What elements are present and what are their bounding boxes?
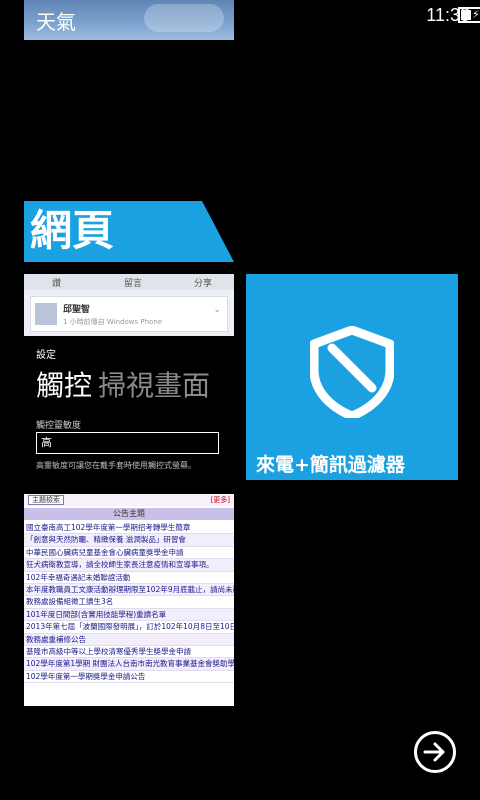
list-item: 101年度日間部(含實用技能學程)重讀名單	[24, 608, 234, 622]
arrow-right-icon	[423, 742, 445, 762]
list-item: 102學年度第一學期獎學金申請公告	[24, 671, 234, 684]
sensitivity-label: 觸控靈敏度	[36, 421, 82, 431]
call-sms-filter-thumbnail[interactable]: 來電+簡訊過濾器	[246, 274, 458, 480]
pivot-active: 觸控	[36, 369, 93, 402]
more-link: [更多]	[210, 496, 230, 504]
web-app-thumbnail[interactable]: 讚 留言 分享 邱聖智 1 小時前傳自 Windows Phone ⌄ 設定 觸…	[24, 274, 234, 484]
avatar	[35, 303, 57, 325]
list-item: 教務處設備組徵工讀生3名	[24, 596, 234, 609]
topic-search-tab: 主題檢索	[28, 495, 64, 505]
list-item: 教務處重補修公告	[24, 633, 234, 646]
list-item: 102學年度第1學期 財團法人台南市南光教育事業基金會獎助學金	[24, 658, 234, 671]
list-item: 「創意與天然防曬、精緻保養 滋潤製品」研習會	[24, 534, 234, 547]
sensitivity-field: 高	[36, 432, 219, 454]
list-item: 中華民國心臟病兒童基金會心臟病童獎學金申請	[24, 547, 234, 560]
clock: 11:33	[426, 5, 470, 25]
post-meta: 1 小時前傳自 Windows Phone	[63, 318, 163, 326]
list-item: 國立臺南高工102學年度第一學期招考轉學生簡章	[24, 522, 234, 535]
announcement-toolbar: 主題檢索 [更多]	[24, 494, 234, 506]
comment-action: 留言	[124, 279, 143, 289]
settings-pivot-title: 觸控 掃視畫面	[36, 364, 210, 404]
list-item: 狂犬病衛教宣導，請全校師生家長注意疫情和宣導事項。	[24, 559, 234, 572]
next-button[interactable]	[414, 731, 456, 773]
like-action: 讚	[52, 279, 62, 289]
shield-icon	[310, 326, 394, 418]
facebook-post-card: 邱聖智 1 小時前傳自 Windows Phone ⌄	[30, 296, 228, 332]
list-item: 102年幸福奇遇記未婚聯誼活動	[24, 572, 234, 584]
sensitivity-description: 高靈敏度可讓您在戴手套時使用觸控式螢幕。	[36, 461, 196, 470]
web-app-label: 網頁	[24, 201, 234, 262]
announcement-list: 國立臺南高工102學年度第一學期招考轉學生簡章 「創意與天然防曬、精緻保養 滋潤製…	[24, 522, 234, 684]
facebook-action-bar: 讚 留言 分享	[24, 274, 234, 290]
status-bar: ⚡ 11:33	[280, 0, 480, 32]
pivot-next: 掃視畫面	[98, 369, 211, 402]
list-item: 2013年第七屆「波蘭國際發明展」，訂於102年10月8日至10日於波蘭大學舉辦…	[24, 621, 234, 634]
web-app-label-text: 網頁	[30, 206, 115, 255]
call-sms-filter-label: 來電+簡訊過濾器	[256, 454, 405, 476]
settings-header: 設定	[36, 350, 56, 361]
list-item: 本年度教職員工文康活動辦理期限至102年9月底截止，請尚未辦理者儘速辦理	[24, 583, 234, 597]
share-action: 分享	[194, 279, 213, 289]
list-item: 基隆市高級中等以上學校清寒優秀學生獎學金申請	[24, 646, 234, 659]
chevron-down-icon: ⌄	[213, 305, 221, 315]
announcement-header: 公告主題	[24, 508, 234, 520]
settings-overlay: 設定 觸控 掃視畫面 觸控靈敏度 高 高靈敏度可讓您在戴手套時使用觸控式螢幕。	[24, 336, 234, 484]
announcement-page-thumbnail[interactable]: 主題檢索 [更多] 公告主題 國立臺南高工102學年度第一學期招考轉學生簡章 「創…	[24, 494, 234, 706]
post-author: 邱聖智	[63, 305, 91, 315]
weather-app-title: 天氣	[36, 10, 76, 34]
cloud-decoration	[144, 4, 224, 32]
weather-app-thumbnail[interactable]: 天氣	[24, 0, 234, 40]
